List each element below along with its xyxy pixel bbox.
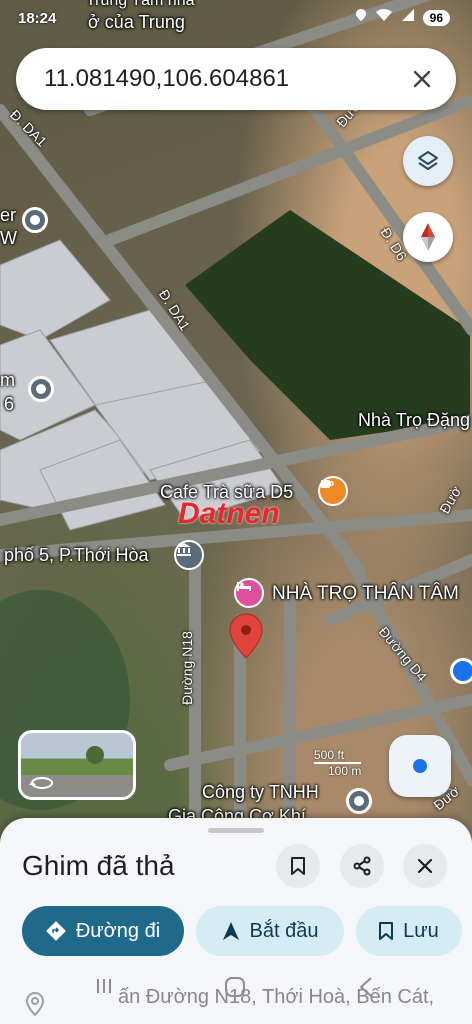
- wifi-icon: [375, 8, 393, 27]
- close-sheet-button[interactable]: [403, 844, 447, 888]
- poi-label: NHÀ TRỌ THÂN TÂM: [272, 583, 459, 604]
- bookmark-icon: [291, 857, 305, 875]
- search-input[interactable]: 11.081490,106.604861: [44, 65, 400, 93]
- search-bar[interactable]: 11.081490,106.604861: [16, 48, 456, 110]
- back-icon[interactable]: [358, 976, 374, 1003]
- scale-ft: 500 ft: [314, 748, 362, 764]
- compass-button[interactable]: [403, 212, 453, 262]
- cafe-icon[interactable]: [318, 476, 348, 506]
- government-building-icon[interactable]: [174, 540, 204, 570]
- poi-label: Nhà Trọ Đặng: [358, 410, 471, 430]
- poi-label: W: [0, 228, 17, 248]
- poi-label: ở của Trung: [88, 12, 185, 32]
- poi-label: Trung Tâm nhà: [86, 0, 195, 9]
- save-label: Lưu: [403, 919, 439, 942]
- status-icons: 96: [355, 8, 450, 27]
- navigation-arrow-icon: [222, 922, 239, 940]
- sheet-title: Ghim đã thả: [22, 850, 175, 881]
- poi-label: 6: [4, 394, 15, 414]
- bookmark-button[interactable]: [276, 844, 320, 888]
- home-icon[interactable]: [224, 976, 246, 1003]
- share-icon: [353, 856, 371, 876]
- address-text: ấn Đường N18, Thới Hoà, Bến Cát,: [118, 986, 435, 1008]
- share-button[interactable]: [340, 844, 384, 888]
- close-icon[interactable]: [400, 57, 444, 101]
- current-location-dot: [450, 658, 472, 684]
- location-status-icon: [355, 8, 367, 27]
- directions-label: Đường đi: [75, 919, 161, 942]
- my-location-button[interactable]: [389, 735, 451, 797]
- signal-icon: [401, 8, 415, 27]
- poi-label: Công ty TNHH: [202, 782, 319, 802]
- directions-icon: [45, 921, 66, 941]
- directions-button[interactable]: Đường đi: [22, 906, 184, 956]
- my-location-icon: [413, 759, 427, 773]
- start-label: Bắt đầu: [249, 919, 319, 942]
- map-pin-icon[interactable]: [22, 207, 48, 233]
- poi-label: m: [0, 370, 15, 390]
- close-icon: [417, 858, 433, 874]
- poi-label: er: [0, 205, 17, 225]
- recent-apps-icon[interactable]: [94, 976, 114, 1001]
- location-pin-icon: [26, 992, 44, 1016]
- map-scale: 500 ft 100 m: [314, 748, 362, 778]
- bookmark-icon: [379, 922, 394, 940]
- lodging-icon[interactable]: [234, 578, 264, 608]
- street-label: Đường N18: [178, 631, 195, 705]
- scale-m: 100 m: [328, 764, 362, 778]
- start-button[interactable]: Bắt đầu: [196, 906, 344, 956]
- status-time: 18:24: [18, 10, 57, 27]
- poi-label: phố 5, P.Thới Hòa: [4, 545, 149, 565]
- dropped-pin-icon[interactable]: [228, 612, 264, 660]
- compass-icon: [421, 223, 435, 251]
- layers-button[interactable]: [403, 136, 453, 186]
- layers-icon: [418, 151, 438, 170]
- map-pin-icon[interactable]: [28, 376, 54, 402]
- save-button[interactable]: Lưu: [356, 906, 462, 956]
- sheet-drag-handle[interactable]: [208, 828, 264, 833]
- map-pin-icon[interactable]: [346, 788, 372, 814]
- rotate-360-icon: [29, 775, 55, 791]
- street-view-thumbnail[interactable]: [18, 730, 136, 800]
- battery-indicator: 96: [422, 9, 450, 26]
- watermark-logo: Datnen: [178, 497, 280, 530]
